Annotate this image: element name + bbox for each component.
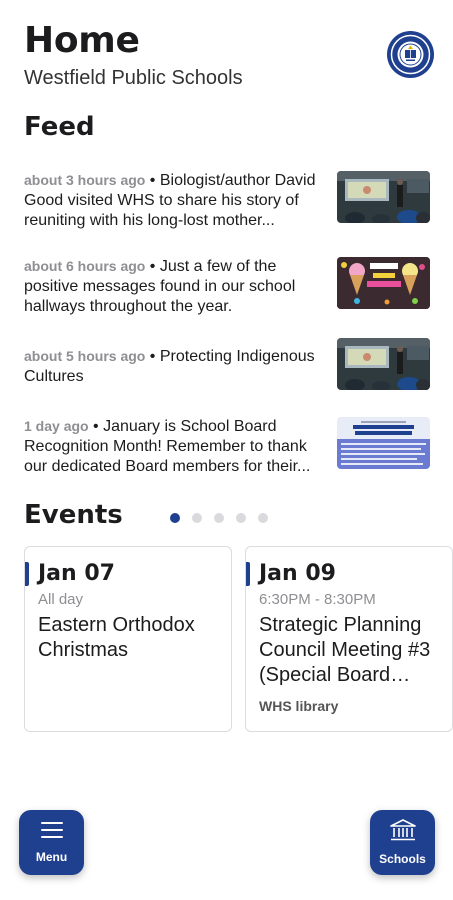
pager-dot[interactable] [192, 513, 202, 523]
event-date: Jan 09 [259, 561, 336, 586]
feed-item-separator: • [145, 172, 160, 189]
feed-heading: Feed [24, 112, 95, 142]
feed-item-time: about 3 hours ago [24, 172, 146, 188]
menu-button[interactable]: Menu [19, 810, 84, 875]
menu-button-label: Menu [35, 850, 68, 864]
feed-item[interactable]: about 3 hours ago • Biologist/author Dav… [24, 170, 430, 232]
event-card[interactable]: Jan 09 6:30PM - 8:30PM Strategic Plannin… [245, 546, 453, 732]
feed-item-separator: • [88, 418, 104, 435]
event-location: WHS library [259, 698, 339, 714]
event-time: All day [38, 591, 84, 608]
event-title: Strategic Planning Council Meeting #3 (S… [259, 614, 431, 686]
schools-button-label: Schools [379, 852, 426, 866]
event-accent-bar [25, 562, 29, 586]
feed-item[interactable]: about 5 hours ago • Protecting Indigenou… [24, 338, 430, 408]
pager-dot[interactable] [258, 513, 268, 523]
feed-item-time: about 5 hours ago [24, 348, 146, 364]
hamburger-icon [40, 821, 64, 844]
pager-dot[interactable] [214, 513, 224, 523]
feed-item-thumbnail [337, 257, 430, 309]
school-building-icon [389, 819, 416, 846]
event-title: Eastern Orthodox Christmas [38, 614, 195, 661]
event-date: Jan 07 [38, 561, 115, 586]
feed-item-text: about 5 hours ago • Protecting Indigenou… [24, 346, 330, 387]
pager-dot-active[interactable] [170, 513, 180, 523]
feed-item-thumbnail [337, 338, 430, 390]
home-screen: Home Westfield Public Schools Feed about… [0, 0, 453, 900]
feed-item[interactable]: 1 day ago • January is School Board Reco… [24, 416, 430, 478]
feed-item-separator: • [145, 348, 160, 365]
event-accent-bar [246, 562, 250, 586]
feed-item-thumbnail [337, 417, 430, 469]
feed-item-text: about 3 hours ago • Biologist/author Dav… [24, 170, 330, 231]
feed-item[interactable]: about 6 hours ago • Just a few of the po… [24, 256, 430, 318]
feed-item-separator: • [145, 258, 160, 275]
events-heading: Events [24, 500, 123, 530]
page-title: Home [24, 20, 140, 61]
event-card[interactable]: Jan 07 All day Eastern Orthodox Christma… [24, 546, 232, 732]
pager-dot[interactable] [236, 513, 246, 523]
feed-item-time: 1 day ago [24, 418, 89, 434]
feed-item-time: about 6 hours ago [24, 258, 146, 274]
feed-item-text: 1 day ago • January is School Board Reco… [24, 416, 330, 477]
district-name: Westfield Public Schools [24, 67, 243, 89]
feed-item-text: about 6 hours ago • Just a few of the po… [24, 256, 330, 317]
event-time: 6:30PM - 8:30PM [259, 591, 376, 608]
district-seal-icon[interactable] [387, 31, 434, 78]
feed-item-thumbnail [337, 171, 430, 223]
schools-button[interactable]: Schools [370, 810, 435, 875]
events-pager[interactable] [170, 513, 268, 523]
